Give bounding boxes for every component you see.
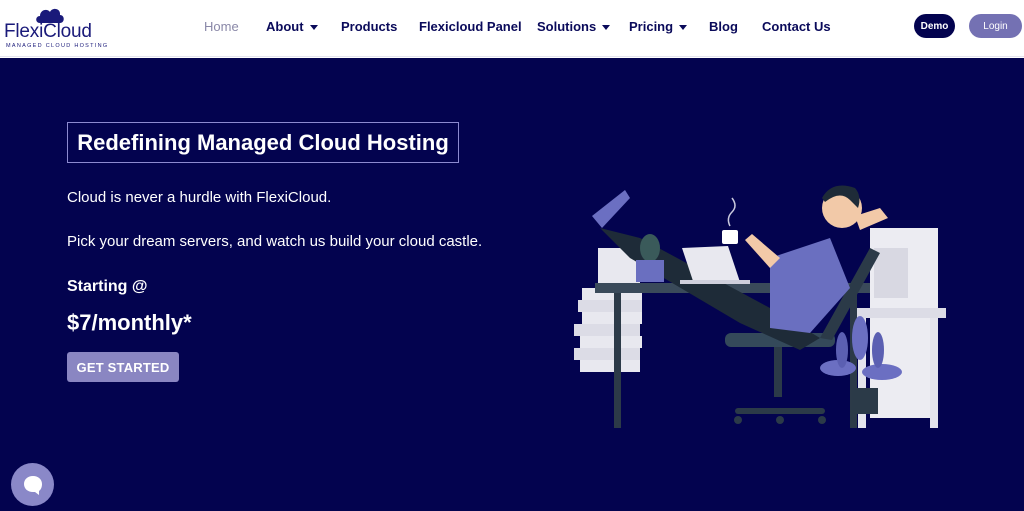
site-header: FlexiCloud MANAGED CLOUD HOSTING Home Ab…: [0, 0, 1024, 57]
main-nav: Home About Products Flexicloud Panel Sol…: [0, 0, 1024, 57]
chevron-down-icon: [679, 24, 688, 30]
nav-item-label: Contact Us: [762, 19, 831, 34]
hero-line-1: Cloud is never a hurdle with FlexiCloud.: [67, 189, 332, 206]
nav-item-label: Pricing: [629, 19, 674, 34]
nav-item-solutions[interactable]: Solutions: [537, 19, 611, 34]
page-title: Redefining Managed Cloud Hosting: [77, 129, 449, 155]
login-button[interactable]: Login: [969, 14, 1022, 38]
nav-item-label: Products: [341, 19, 398, 34]
nav-item-label: Blog: [709, 19, 738, 34]
chat-bubble-icon: [23, 475, 42, 495]
hero-illustration: [574, 185, 946, 428]
nav-item-flexicloud-panel[interactable]: Flexicloud Panel: [419, 19, 522, 34]
hero-line-2: Pick your dream servers, and watch us bu…: [67, 233, 483, 250]
nav-item-label: Home: [204, 19, 239, 34]
nav-item-label: Solutions: [537, 19, 597, 34]
nav-item-label: Flexicloud Panel: [419, 19, 522, 34]
nav-item-contact-us[interactable]: Contact Us: [762, 19, 831, 34]
get-started-button[interactable]: GET STARTED: [67, 352, 179, 382]
nav-item-blog[interactable]: Blog: [709, 19, 738, 34]
chevron-down-icon: [309, 24, 318, 30]
headline-box: Redefining Managed Cloud Hosting: [67, 122, 459, 163]
hero-section: Redefining Managed Cloud Hosting Cloud i…: [0, 58, 1024, 511]
chevron-down-icon: [602, 24, 611, 30]
price-text: $7/monthly*: [67, 310, 192, 335]
nav-item-about[interactable]: About: [266, 19, 318, 34]
demo-button[interactable]: Demo: [914, 14, 955, 38]
nav-item-pricing[interactable]: Pricing: [629, 19, 688, 34]
nav-item-label: About: [266, 19, 304, 34]
nav-item-home[interactable]: Home: [204, 19, 239, 34]
starting-label: Starting @: [67, 278, 148, 295]
paper-stack-icon: [574, 288, 642, 372]
chat-widget-button[interactable]: [11, 463, 54, 506]
nav-item-products[interactable]: Products: [341, 19, 397, 34]
